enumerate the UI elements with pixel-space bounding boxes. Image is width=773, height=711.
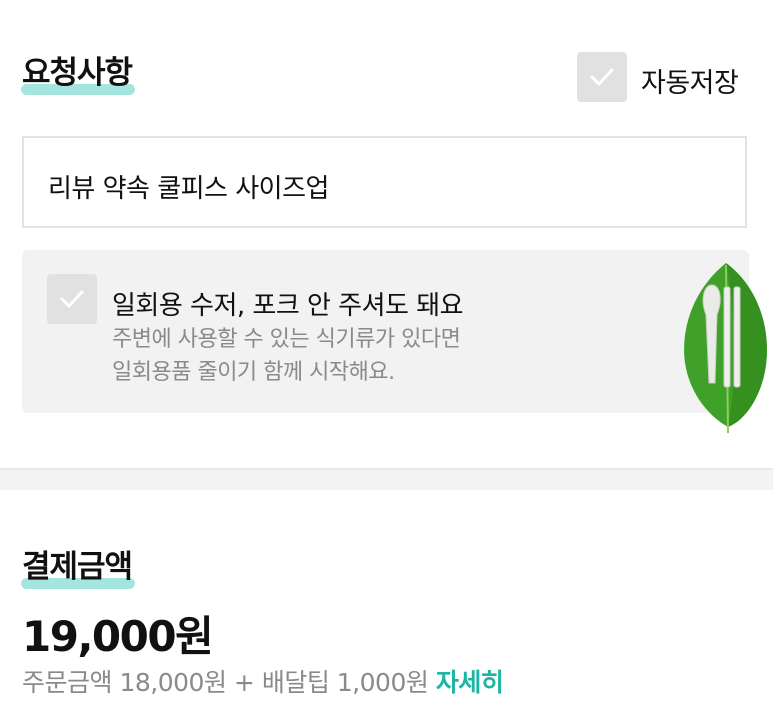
plus-sign: +: [233, 668, 255, 697]
payment-title-text: 결제금액: [22, 549, 133, 585]
payment-breakdown: 주문금액 18,000원 + 배달팁 1,000원 자세히: [22, 663, 504, 699]
no-utensils-desc-line1: 주변에 사용할 수 있는 식기류가 있다면: [112, 327, 461, 352]
section-gap: [0, 470, 773, 490]
no-utensils-option-card[interactable]: 일회용 수저, 포크 안 주셔도 돼요 주변에 사용할 수 있는 식기류가 있다…: [22, 250, 749, 413]
no-utensils-desc-line2: 일회용품 줄이기 함께 시작해요.: [112, 360, 395, 385]
payment-total: 19,000원: [22, 612, 214, 661]
check-icon: [590, 68, 614, 86]
auto-save-label[interactable]: 자동저장: [641, 61, 739, 100]
payment-section-title: 결제금액: [21, 549, 136, 589]
delivery-tip-label: 배달팁: [261, 668, 330, 697]
order-amount-value: 18,000원: [119, 668, 227, 697]
delivery-tip-value: 1,000원: [336, 668, 429, 697]
order-amount-label: 주문금액: [22, 668, 113, 697]
check-icon: [60, 290, 84, 308]
request-input-value: 리뷰 약속 쿨피스 사이즈업: [48, 174, 329, 204]
no-utensils-checkbox[interactable]: [47, 274, 97, 324]
payment-detail-link[interactable]: 자세히: [436, 668, 504, 697]
request-section-title: 요청사항: [21, 55, 136, 95]
leaf-utensils-icon: [684, 263, 767, 434]
auto-save-checkbox[interactable]: [577, 52, 627, 102]
request-title-text: 요청사항: [22, 55, 133, 91]
request-input[interactable]: 리뷰 약속 쿨피스 사이즈업: [22, 136, 747, 228]
no-utensils-title: 일회용 수저, 포크 안 주셔도 돼요: [112, 291, 464, 321]
